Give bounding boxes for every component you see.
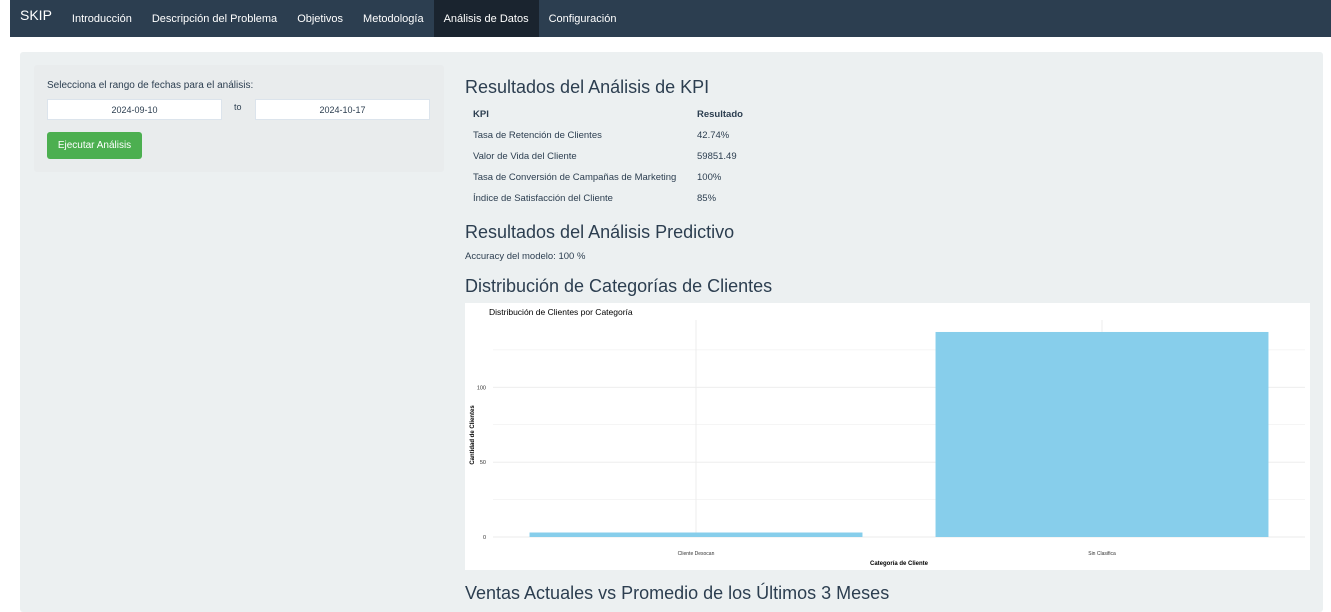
navbar: SKIP Introducción Descripción del Proble…: [10, 0, 1331, 37]
y-axis-ticks: 0 50 100: [477, 385, 486, 541]
kpi-name: Tasa de Conversión de Campañas de Market…: [473, 172, 677, 183]
kpi-value: 100%: [697, 172, 722, 183]
kpi-name: Tasa de Retención de Clientes: [473, 130, 602, 141]
x-axis-ticks: Cliente Desocan Sin Clasifica: [678, 551, 1116, 557]
kpi-value: 42.74%: [697, 130, 730, 141]
y-tick-label: 100: [477, 385, 486, 391]
nav-item-configuracion[interactable]: Configuración: [539, 0, 627, 37]
y-axis-label: Cantidad de Clientes: [470, 405, 476, 465]
table-row: Tasa de Conversión de Campañas de Market…: [465, 167, 751, 188]
bar-chart-svg: Distribución de Clientes por Categoría 0…: [470, 307, 1305, 567]
nav-item-introduccion[interactable]: Introducción: [62, 0, 142, 37]
nav-item-objetivos[interactable]: Objetivos: [287, 0, 353, 37]
model-accuracy: Accuracy del modelo: 100 %: [465, 251, 586, 262]
table-row: Índice de Satisfacción del Cliente 85%: [465, 188, 751, 209]
table-header-row: KPI Resultado: [465, 104, 751, 125]
run-analysis-button[interactable]: Ejecutar Análisis: [47, 132, 142, 159]
nav-item-analisis[interactable]: Análisis de Datos: [433, 0, 539, 37]
distribution-chart: Distribución de Clientes por Categoría 0…: [465, 303, 1310, 570]
to-label: to: [234, 102, 242, 112]
kpi-name: Índice de Satisfacción del Cliente: [473, 193, 613, 204]
table-row: Tasa de Retención de Clientes 42.74%: [465, 125, 751, 146]
predictive-title: Resultados del Análisis Predictivo: [465, 222, 735, 242]
end-date-input[interactable]: 2024-10-17: [255, 99, 430, 120]
x-tick-label: Cliente Desocan: [678, 551, 715, 557]
header-kpi: KPI: [473, 109, 489, 120]
date-range-label: Selecciona el rango de fechas para el an…: [47, 80, 254, 91]
x-tick-label: Sin Clasifica: [1088, 551, 1116, 557]
brand[interactable]: SKIP: [10, 0, 62, 37]
nav-item-metodologia[interactable]: Metodología: [353, 0, 434, 37]
bar-2: [935, 331, 1269, 537]
chart-title: Distribución de Clientes por Categoría: [489, 307, 633, 317]
x-axis-label: Categoría de Cliente: [870, 561, 929, 567]
nav-item-descripcion[interactable]: Descripción del Problema: [142, 0, 287, 37]
distribution-title: Distribución de Categorías de Clientes: [465, 276, 773, 296]
header-resultado: Resultado: [697, 109, 743, 120]
kpi-name: Valor de Vida del Cliente: [473, 151, 577, 162]
chart-bars: [529, 331, 1269, 537]
kpi-value: 85%: [697, 193, 717, 204]
y-tick-label: 0: [483, 535, 486, 541]
kpi-value: 59851.49: [697, 151, 737, 162]
table-row: Valor de Vida del Cliente 59851.49: [465, 146, 751, 167]
kpi-table: KPI Resultado Tasa de Retención de Clien…: [465, 104, 751, 209]
kpi-title: Resultados del Análisis de KPI: [465, 77, 710, 97]
bar-1: [529, 532, 863, 537]
y-tick-label: 50: [480, 460, 486, 466]
start-date-input[interactable]: 2024-09-10: [47, 99, 222, 120]
